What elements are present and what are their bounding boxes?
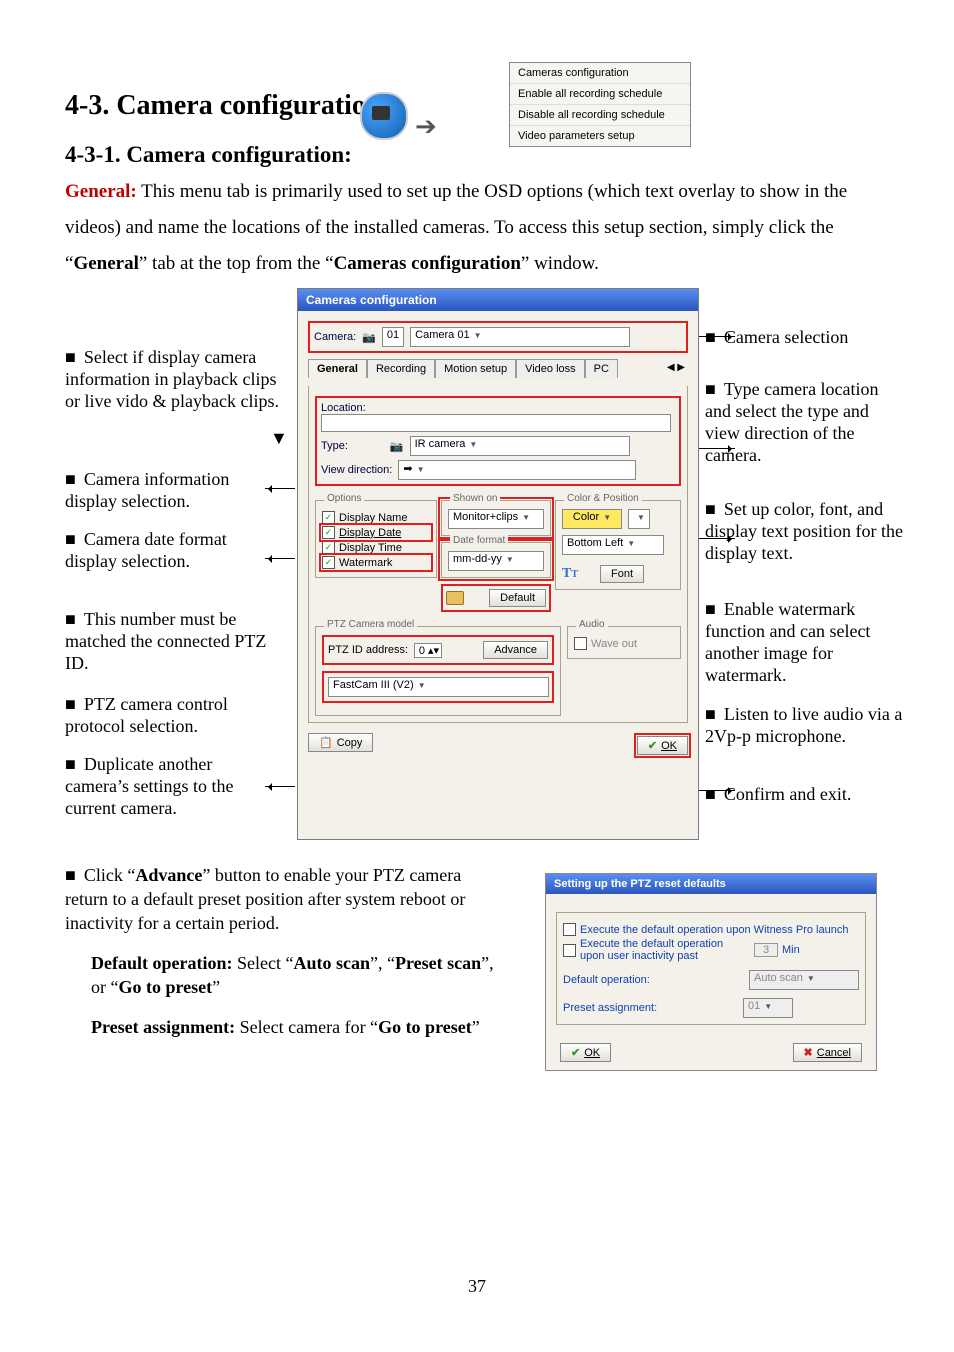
inactivity-minutes[interactable]: 3 — [754, 943, 778, 957]
tab-pc[interactable]: PC — [585, 359, 618, 378]
tab-video-loss[interactable]: Video loss — [516, 359, 585, 378]
color-select[interactable]: Color — [562, 509, 622, 529]
min-label: Min — [782, 944, 800, 956]
checkbox-display-date[interactable]: ✓Display Date — [322, 526, 430, 539]
annot-left-2: Camera information display selection. — [65, 469, 229, 511]
tab-scroll-nav[interactable]: ◀ ▶ — [664, 359, 688, 378]
checkbox-display-name[interactable]: ✓Display Name — [322, 511, 430, 524]
date-format-select[interactable]: mm-dd-yy — [448, 551, 544, 571]
preset-assignment-select[interactable]: 01 — [743, 998, 793, 1018]
checkbox-exec-on-launch[interactable]: ✓Execute the default operation upon Witn… — [563, 923, 859, 936]
color-dropdown[interactable] — [628, 509, 650, 529]
dialog-title: Cameras configuration — [298, 289, 698, 311]
checkbox-exec-on-inactivity[interactable]: ✓Execute the default operation upon user… — [563, 938, 859, 962]
tab-recording[interactable]: Recording — [367, 359, 435, 378]
preset-assignment-label: Preset assignment: — [563, 1002, 657, 1014]
default-operation-note: Default operation: Select “Auto scan”, “… — [91, 951, 505, 999]
context-menu: Cameras configuration Enable all recordi… — [509, 62, 691, 147]
cameras-configuration-dialog: Cameras configuration Camera: 📷 01 Camer… — [297, 288, 699, 840]
general-label: General: — [65, 181, 137, 202]
menu-item[interactable]: Enable all recording schedule — [510, 84, 690, 105]
font-icon: TT — [562, 566, 578, 582]
copy-button[interactable]: 📋Copy — [308, 733, 373, 752]
checkbox-wave-out[interactable]: ✓Wave out — [574, 637, 674, 650]
ptz-model-legend: PTZ Camera model — [324, 619, 417, 630]
tab-general[interactable]: General — [308, 359, 367, 378]
location-label: Location: — [321, 402, 366, 414]
camera-number[interactable]: 01 — [382, 327, 404, 347]
camera-selector-group: Camera: 📷 01 Camera 01 — [308, 321, 688, 353]
annot-right-5: Listen to live audio via a 2Vp-p microph… — [705, 704, 902, 746]
date-format-legend: Date format — [450, 535, 508, 546]
intro-paragraph: General: This menu tab is primarily used… — [65, 174, 889, 282]
ptz-ok-button[interactable]: ✔OK — [560, 1043, 611, 1062]
location-input[interactable] — [321, 414, 671, 432]
annot-right-6: Confirm and exit. — [724, 784, 851, 804]
menu-item[interactable]: Video parameters setup — [510, 126, 690, 146]
shown-on-select[interactable]: Monitor+clips — [448, 509, 544, 529]
default-operation-select[interactable]: Auto scan — [749, 970, 859, 990]
annot-right-4: Enable watermark function and can select… — [705, 599, 870, 685]
annot-right-1: Camera selection — [724, 327, 848, 347]
annot-right-3: Set up color, font, and display text pos… — [705, 499, 903, 563]
default-operation-label: Default operation: — [563, 974, 650, 986]
arrow-icon: ➔ — [415, 112, 437, 142]
ptz-id-spinner[interactable]: 0 ▴▾ — [414, 643, 442, 658]
audio-legend: Audio — [576, 619, 608, 630]
view-direction-select[interactable]: ➡ — [398, 460, 636, 480]
view-direction-label: View direction: — [321, 464, 392, 476]
menu-item[interactable]: Cameras configuration — [510, 63, 690, 84]
heading-4-3-1: 4-3-1. Camera configuration: — [65, 142, 889, 168]
page-number: 37 — [0, 1276, 954, 1297]
shown-on-legend: Shown on — [450, 493, 500, 504]
annot-left-3: Camera date format display selection. — [65, 529, 227, 571]
default-button[interactable]: Default — [489, 589, 546, 607]
tab-motion-setup[interactable]: Motion setup — [435, 359, 516, 378]
color-position-legend: Color & Position — [564, 493, 642, 504]
font-button[interactable]: Font — [600, 565, 644, 583]
menu-item[interactable]: Disable all recording schedule — [510, 105, 690, 126]
annot-left-5: PTZ camera control protocol selection. — [65, 694, 228, 736]
ptz-id-label: PTZ ID address: — [328, 644, 408, 656]
advance-note: Click “Advance” button to enable your PT… — [65, 865, 465, 933]
camera-name-select[interactable]: Camera 01 — [410, 327, 630, 347]
preset-assignment-note: Preset assignment: Select camera for “Go… — [91, 1015, 505, 1039]
type-label: Type: — [321, 440, 348, 452]
camera-label: Camera: — [314, 331, 356, 343]
annot-left-1: Select if display camera information in … — [65, 347, 279, 411]
advance-button[interactable]: Advance — [483, 641, 548, 659]
checkbox-watermark[interactable]: ✓Watermark — [322, 556, 430, 569]
tab-bar: General Recording Motion setup Video los… — [308, 359, 688, 378]
type-select[interactable]: IR camera — [410, 436, 630, 456]
checkbox-display-time[interactable]: ✓Display Time — [322, 541, 430, 554]
camera-config-icon — [360, 92, 408, 140]
ptz-dialog-title: Setting up the PTZ reset defaults — [546, 874, 876, 894]
annot-left-4: This number must be matched the connecte… — [65, 609, 266, 673]
ptz-reset-dialog: Setting up the PTZ reset defaults ✓Execu… — [545, 873, 877, 1071]
ptz-cancel-button[interactable]: ✖Cancel — [793, 1043, 862, 1062]
heading-4-3: 4-3. Camera configuration — [65, 90, 889, 122]
ptz-model-select[interactable]: FastCam III (V2) — [328, 677, 549, 697]
options-legend: Options — [324, 493, 364, 504]
annot-left-6: Duplicate another camera’s settings to t… — [65, 754, 233, 818]
folder-icon[interactable] — [446, 591, 464, 605]
ok-button[interactable]: ✔OK — [637, 736, 688, 755]
position-select[interactable]: Bottom Left — [562, 535, 664, 555]
